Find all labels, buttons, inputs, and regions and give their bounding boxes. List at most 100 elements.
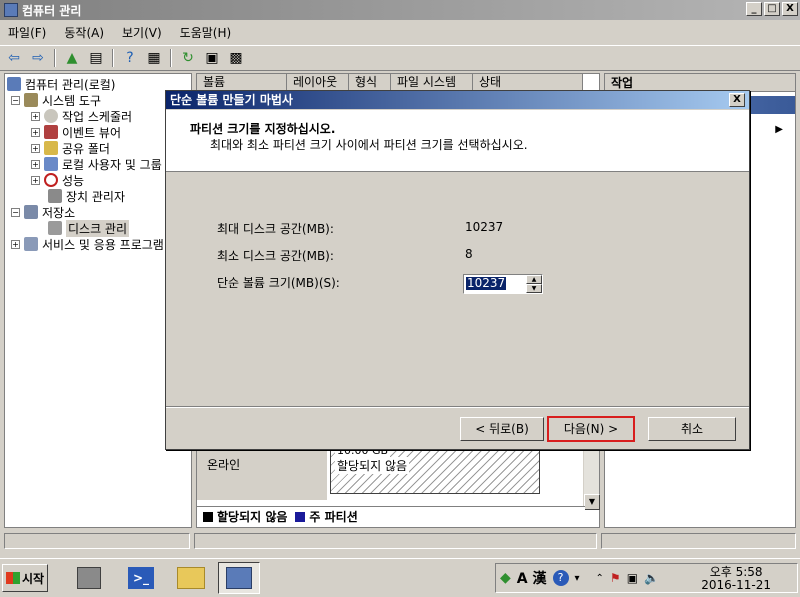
dialog-title: 단순 볼륨 만들기 마법사 [166,91,749,109]
volume-icon[interactable]: 🔈 [644,571,659,585]
unallocated-partition[interactable]: 10.00 GB 할당되지 않음 [330,445,540,494]
navigation-tree: 컴퓨터 관리(로컬) − 시스템 도구 + 작업 스케줄러 + 이벤트 뷰어 +… [4,73,192,528]
menu-help[interactable]: 도움말(H) [178,24,234,41]
tree-label: 공유 폴더 [62,141,110,156]
volume-size-value[interactable]: 10237 [466,277,507,290]
windows-logo-icon [5,572,20,584]
tree-item-storage[interactable]: − 저장소 [11,204,75,220]
network-icon[interactable]: ▣ [627,571,638,585]
column-status[interactable]: 상태 [473,74,583,91]
help-icon[interactable]: ? [120,48,140,68]
tree-item-services[interactable]: + 서비스 및 응용 프로그램 [11,236,164,252]
expand-icon[interactable]: + [31,111,40,121]
services-icon [24,237,38,251]
collapse-icon[interactable]: − [11,207,20,217]
toolbar-separator [112,49,114,67]
tools-icon [24,93,38,107]
disk-status: 온라인 [207,458,241,472]
refresh-icon[interactable]: ↻ [178,48,198,68]
disk-settings-icon[interactable]: ▩ [226,48,246,68]
dialog-header-title: 파티션 크기를 지정하십시오. [190,122,336,136]
storage-icon [24,205,38,219]
column-volume[interactable]: 볼륨 [197,74,287,91]
action-center-icon[interactable]: ⚑ [610,571,621,585]
expand-icon[interactable]: + [31,127,40,137]
shared-folder-icon [44,141,58,155]
tree-item-system-tools[interactable]: − 시스템 도구 [11,92,101,108]
close-button[interactable]: X [782,2,798,16]
spin-up-icon[interactable]: ▲ [526,275,542,284]
tree-label: 저장소 [42,205,76,220]
tree-item-performance[interactable]: + 성능 [31,172,84,188]
column-file-system[interactable]: 파일 시스템 [391,74,473,91]
column-layout[interactable]: 레이아웃 [287,74,349,91]
window-title: 컴퓨터 관리 [22,3,82,18]
tree-label: 장치 관리자 [66,189,126,204]
clock[interactable]: 오후 5:58 2016-11-21 [701,566,771,592]
volume-size-input[interactable]: 10237 ▲ ▼ [463,274,543,294]
tree-item-device-manager[interactable]: 장치 관리자 [48,188,125,204]
forward-arrow-icon[interactable]: ⇨ [28,48,48,68]
ime-options-icon[interactable]: ▾ [575,573,580,584]
show-hidden-icons-chevron-icon[interactable]: ⌃ [596,573,604,584]
powershell-icon[interactable]: >_ [120,562,162,594]
computer-management-icon [4,3,18,17]
explorer-folder-icon[interactable] [170,562,212,594]
tree-item-shared-folders[interactable]: + 공유 폴더 [31,140,110,156]
back-arrow-icon[interactable]: ⇦ [4,48,24,68]
collapse-icon[interactable]: − [11,95,20,105]
help-icon[interactable]: ? [552,570,569,586]
back-button[interactable]: < 뒤로(B) [460,417,544,441]
partition-state: 할당되지 않음 [335,457,410,474]
expand-icon[interactable]: + [31,159,40,169]
language-bar-icon[interactable]: ◆ [500,570,511,586]
tree-label: 이벤트 뷰어 [62,125,122,140]
legend-primary: 주 파티션 [309,510,358,524]
tree-label: 서비스 및 응용 프로그램 [42,237,164,252]
properties-icon[interactable]: ▦ [144,48,164,68]
minimize-button[interactable]: _ [746,2,762,16]
clock-date: 2016-11-21 [701,578,771,592]
menu-action[interactable]: 동작(A) [62,24,106,41]
tree-label: 컴퓨터 관리(로컬) [25,77,116,92]
more-actions-arrow-icon[interactable]: ▶ [775,124,783,135]
toolbar-separator [170,49,172,67]
next-button[interactable]: 다음(N) > [547,416,635,442]
legend-unallocated: 할당되지 않음 [217,510,288,524]
scroll-down-icon[interactable]: ▼ [584,494,600,510]
toolbar: ⇦ ⇨ ▲ ▤ ? ▦ ↻ ▣ ▩ [0,45,800,71]
spin-down-icon[interactable]: ▼ [526,284,542,293]
expand-icon[interactable]: + [11,239,20,249]
tree-item-local-users[interactable]: + 로컬 사용자 및 그룹 [31,156,162,172]
menu-view[interactable]: 보기(V) [120,24,164,41]
dialog-close-button[interactable]: X [729,93,745,107]
unallocated-legend-swatch [203,511,213,522]
system-tray: ◆ A 漢 ? ▾ ⌃ ⚑ ▣ 🔈 오후 5:58 2016-11-21 [495,563,798,593]
export-list-icon[interactable]: ▣ [202,48,222,68]
min-space-value: 8 [465,247,473,261]
performance-icon [44,173,58,187]
menu-file[interactable]: 파일(F) [6,24,48,41]
ime-mode-indicator[interactable]: A 漢 [517,568,547,588]
start-button[interactable]: 시작 [2,564,48,592]
dialog-separator [166,406,749,408]
maximize-button[interactable]: □ [764,2,780,16]
tree-item-disk-management[interactable]: 디스크 관리 [48,219,130,237]
show-hide-tree-icon[interactable]: ▤ [86,48,106,68]
tree-item-task-scheduler[interactable]: + 작업 스케줄러 [31,108,132,124]
tree-item-event-viewer[interactable]: + 이벤트 뷰어 [31,124,121,140]
cancel-button[interactable]: 취소 [648,417,736,441]
taskbar: 시작 >_ ◆ A 漢 ? ▾ ⌃ ⚑ ▣ 🔈 오후 5:58 2016-11-… [0,558,800,597]
computer-management-taskbar-icon[interactable] [218,562,260,594]
up-folder-icon[interactable]: ▲ [62,48,82,68]
expand-icon[interactable]: + [31,175,40,185]
computer-icon [7,77,21,91]
volume-list-header: 볼륨 레이아웃 형식 파일 시스템 상태 [197,74,583,91]
legend: 할당되지 않음 주 파티션 [197,506,585,526]
expand-icon[interactable]: + [31,143,40,153]
title-bar: 컴퓨터 관리 _ □ X [0,0,800,20]
status-cell [193,533,597,549]
column-type[interactable]: 형식 [349,74,391,91]
server-manager-icon[interactable] [68,562,110,594]
tree-item-root[interactable]: 컴퓨터 관리(로컬) [7,76,115,92]
